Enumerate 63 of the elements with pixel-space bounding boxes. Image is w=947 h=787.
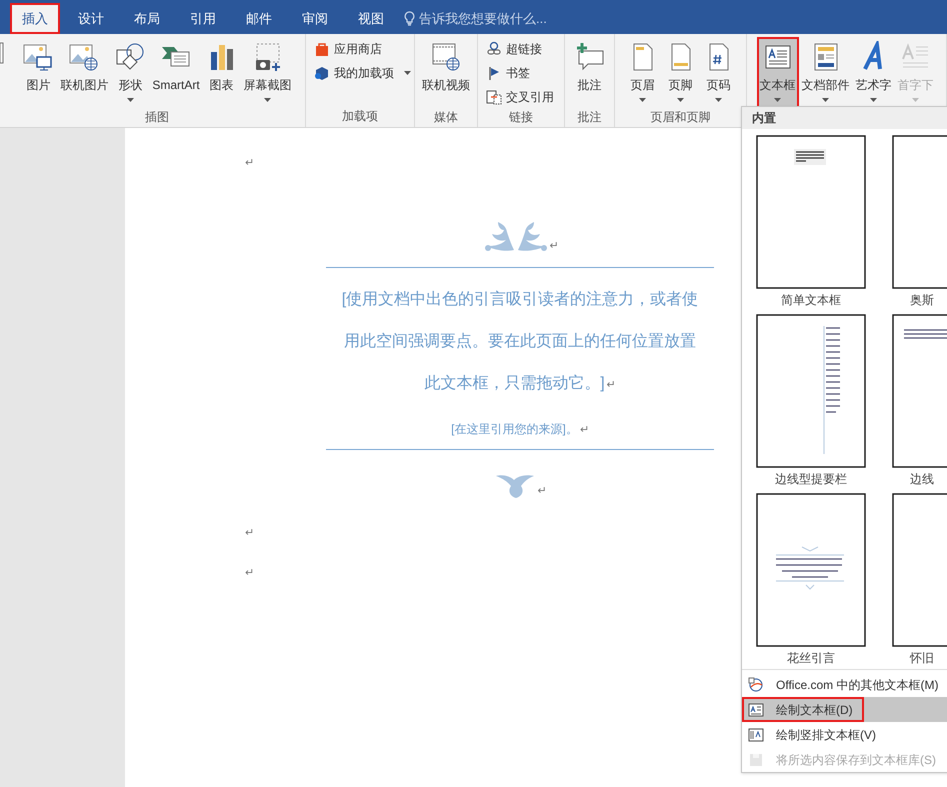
ribbon-tab[interactable]: 视图 — [346, 3, 396, 34]
text-box-preview[interactable] — [756, 492, 866, 647]
ribbon-button[interactable]: 图片 — [20, 38, 56, 108]
menu-item[interactable]: 绘制文本框(D) — [742, 697, 947, 722]
paragraph-mark: ↵ — [245, 157, 254, 169]
paragraph-mark: ↵ — [245, 566, 254, 578]
group-label: 媒体 — [433, 109, 459, 126]
ribbon-button[interactable]: 超链接 — [484, 38, 564, 60]
chain-link-icon — [486, 41, 502, 57]
ribbon-tab[interactable]: 审阅 — [290, 3, 340, 34]
ribbon-tab[interactable]: 插入 — [10, 3, 60, 34]
ribbon-button[interactable]: 页眉 — [624, 38, 660, 108]
store-bag-icon — [314, 41, 330, 57]
menu-item[interactable]: 绘制竖排文本框(V) — [742, 722, 947, 747]
group-label: 链接 — [508, 109, 534, 126]
ribbon-button[interactable]: 联机图片 — [58, 38, 110, 108]
preview-label: 奥斯 — [910, 292, 934, 309]
ribbon-button[interactable]: 文本框 — [758, 38, 798, 108]
ribbon-button[interactable]: 图表 — [204, 38, 240, 108]
pull-quote-text: [使用文档中出色的引言吸引读者的注意力，或者使用此空间强调要点。要在此页面上的任何位置放置此文本框，只需拖动它。]↵ — [340, 290, 700, 394]
ribbon-tab[interactable]: 邮件 — [234, 3, 284, 34]
ribbon-button[interactable]: 批注 — [572, 38, 608, 108]
preview-label: 边线型提要栏 — [775, 470, 847, 488]
paragraph-mark: ↵ — [538, 484, 546, 499]
ribbon-button[interactable]: 应用商店 — [312, 38, 414, 60]
group-label: 页眉和页脚 — [650, 109, 712, 126]
online-video-icon — [430, 41, 462, 73]
group-label: 插图 — [144, 109, 170, 126]
preview-label: 怀旧 — [910, 650, 934, 667]
paragraph-mark: ↵ — [606, 379, 616, 391]
ribbon-button[interactable]: 联机视频 — [420, 38, 472, 108]
ribbon-button[interactable]: 交叉引用 — [484, 86, 564, 108]
lightbulb-icon — [404, 11, 415, 26]
ribbon-button[interactable]: SmartArt — [150, 38, 202, 108]
cross-reference-icon — [486, 89, 502, 105]
group-label: 批注 — [576, 109, 602, 126]
preview-label: 边线 — [910, 470, 934, 488]
globe-icon — [748, 676, 764, 692]
ribbon-button[interactable]: 形状 — [112, 38, 148, 108]
paragraph-mark: ↵ — [580, 424, 589, 436]
paragraph-mark: ↵ — [550, 238, 558, 254]
text-box-preview[interactable] — [756, 134, 866, 289]
ribbon-button[interactable]: 我的加载项 — [312, 62, 414, 84]
text-box-icon — [748, 702, 764, 718]
ribbon-button[interactable]: 书签 — [484, 62, 564, 84]
ribbon-button[interactable]: 艺术字 — [854, 38, 894, 108]
vertical-text-box-icon — [748, 726, 764, 742]
quote-source-text: [在这里引用您的来源]。 ↵ — [450, 421, 590, 438]
addin-cube-icon — [314, 65, 330, 81]
section-header: 内置 — [742, 107, 947, 129]
tell-me-search-field[interactable]: 告诉我您想要做什么... — [419, 8, 547, 28]
preview-label: 简单文本框 — [781, 292, 841, 309]
ribbon-tab[interactable]: 布局 — [122, 3, 172, 34]
ribbon-tab[interactable]: 引用 — [178, 3, 228, 34]
menu-item[interactable]: Office.com 中的其他文本框(M) — [742, 672, 947, 697]
ribbon-button[interactable]: 页码 — [700, 38, 736, 108]
ribbon-tab[interactable]: 设计 — [66, 3, 116, 34]
paragraph-mark: ↵ — [245, 526, 254, 538]
group-label: 加载项 — [341, 108, 379, 125]
preview-label: 花丝引言 — [787, 650, 835, 667]
ribbon-button[interactable]: 页脚 — [662, 38, 698, 108]
text-box-preview[interactable] — [756, 314, 866, 468]
ribbon-button[interactable]: 屏幕截图 — [242, 38, 294, 108]
